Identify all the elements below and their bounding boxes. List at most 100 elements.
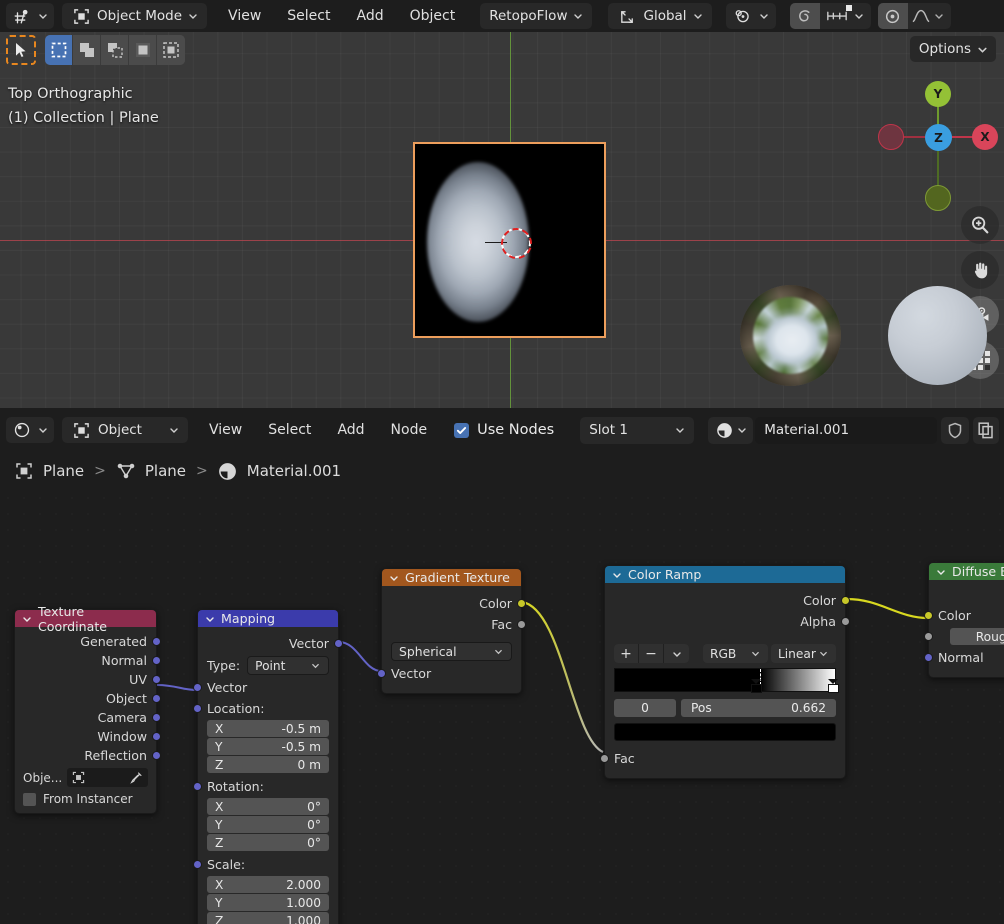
gizmo-axis-negative-y[interactable] <box>925 185 951 211</box>
socket-row-window[interactable]: Window <box>15 727 161 746</box>
socket-row-vector-in[interactable]: Vector <box>193 677 338 698</box>
node-mapping[interactable]: Mapping Vector Type: Point Vector Locati… <box>193 609 343 924</box>
rotation-y-field[interactable]: Y 0° <box>207 816 329 833</box>
snap-increment-icon[interactable] <box>820 3 854 29</box>
socket-row-location[interactable]: Location: <box>193 698 338 719</box>
rotation-x-field[interactable]: X 0° <box>207 798 329 815</box>
chevron-down-icon[interactable] <box>22 614 32 624</box>
socket-color-input[interactable] <box>924 611 933 620</box>
options-dropdown[interactable]: Options <box>909 36 996 62</box>
chevron-down-icon[interactable] <box>205 614 215 624</box>
shader-menu-node[interactable]: Node <box>378 417 441 443</box>
chevron-down-icon[interactable] <box>936 567 946 577</box>
socket-fac-output[interactable] <box>517 620 526 629</box>
mapping-type-dropdown[interactable]: Point <box>247 656 329 675</box>
node-header-gradient-texture[interactable]: Gradient Texture <box>382 569 521 586</box>
shader-menu-add[interactable]: Add <box>324 417 377 443</box>
plane-object[interactable] <box>413 142 606 338</box>
socket-vector-output[interactable] <box>334 638 343 648</box>
socket-color-output[interactable] <box>517 599 526 608</box>
socket-row-rotation[interactable]: Rotation: <box>193 775 338 797</box>
colorramp-color-mode-dropdown[interactable]: RGB <box>703 644 768 663</box>
menu-view[interactable]: View <box>215 3 274 29</box>
editor-type-3dview-icon[interactable] <box>6 3 54 29</box>
socket-normal-input[interactable] <box>924 653 933 662</box>
colorramp-stop-end[interactable] <box>828 679 840 693</box>
chevron-down-icon[interactable] <box>612 570 622 580</box>
pivot-point-dropdown[interactable] <box>725 3 776 29</box>
navigation-gizmo[interactable]: Y X Z <box>878 80 998 211</box>
shader-type-dropdown[interactable]: Object <box>62 417 188 443</box>
proportional-edit-icon[interactable] <box>877 3 908 29</box>
object-origin-marker[interactable] <box>501 228 531 258</box>
breadcrumb-item-material[interactable]: Material.001 <box>218 461 341 481</box>
3d-viewport[interactable]: Top Orthographic (1) Collection | Plane … <box>0 0 1004 408</box>
hand-pan-icon[interactable] <box>961 251 999 289</box>
colorramp-active-color-swatch[interactable] <box>614 723 836 741</box>
breadcrumb-item-mesh[interactable]: Plane <box>116 461 186 481</box>
transform-orientation-dropdown[interactable]: Global <box>608 3 712 29</box>
select-subtract-icon[interactable] <box>101 35 129 65</box>
socket-alpha-output[interactable] <box>841 617 850 626</box>
tweak-cursor-icon[interactable] <box>6 35 36 65</box>
scale-z-field[interactable]: Z 1.000 <box>207 912 329 924</box>
node-header-texture-coordinate[interactable]: Texture Coordinate <box>15 604 156 634</box>
socket-color-output[interactable] <box>841 596 850 605</box>
select-box-icon[interactable] <box>45 35 73 65</box>
colorramp-add-stop-button[interactable]: + <box>614 644 639 663</box>
socket-row-object[interactable]: Object <box>15 689 161 708</box>
chevron-down-icon[interactable] <box>934 11 944 21</box>
proportional-edit-group[interactable] <box>877 3 951 29</box>
menu-select[interactable]: Select <box>274 3 343 29</box>
select-mode-group[interactable] <box>45 35 185 65</box>
node-texture-coordinate[interactable]: Texture Coordinate Generated Normal UV O… <box>14 604 161 814</box>
shader-menu-view[interactable]: View <box>196 417 255 443</box>
socket-row-uv[interactable]: UV <box>15 670 161 689</box>
rotation-z-field[interactable]: Z 0° <box>207 834 329 851</box>
socket-generated[interactable] <box>152 637 161 646</box>
socket-rotation[interactable] <box>193 781 202 791</box>
location-z-field[interactable]: Z 0 m <box>207 756 329 773</box>
node-header-color-ramp[interactable]: Color Ramp <box>605 566 845 583</box>
socket-scale[interactable] <box>193 859 202 869</box>
gradient-type-dropdown[interactable]: Spherical <box>391 642 512 661</box>
object-picker-field[interactable] <box>67 768 148 787</box>
shield-fake-user-icon[interactable] <box>941 416 970 444</box>
mapping-type-row[interactable]: Type: Point <box>198 654 338 677</box>
socket-roughness-input[interactable] <box>924 632 933 641</box>
socket-row-alpha-out[interactable]: Alpha <box>605 611 850 632</box>
snap-magnet-icon[interactable] <box>789 3 820 29</box>
node-diffuse-bsdf[interactable]: Diffuse BSDF Color Roughness <box>924 562 1004 678</box>
colorramp-index-field[interactable]: 0 <box>614 699 676 717</box>
socket-row-color-in[interactable]: Color <box>924 605 1004 626</box>
menu-object[interactable]: Object <box>397 3 469 29</box>
material-name-field[interactable]: Material.001 <box>755 416 938 444</box>
editor-type-shader-icon[interactable] <box>6 417 54 443</box>
socket-row-roughness-in[interactable]: Roughness <box>924 626 1004 647</box>
colorramp-stop-active[interactable] <box>751 679 763 693</box>
gizmo-axis-z[interactable]: Z <box>925 124 952 151</box>
socket-camera[interactable] <box>152 713 161 722</box>
socket-row-normal-in[interactable]: Normal <box>924 647 1004 668</box>
node-color-ramp[interactable]: Color Ramp Color Alpha + − RGB Linear 0 … <box>600 565 850 779</box>
select-invert-icon[interactable] <box>129 35 157 65</box>
material-browse-dropdown[interactable] <box>708 416 754 444</box>
node-header-diffuse-bsdf[interactable]: Diffuse BSDF <box>929 563 1004 580</box>
snapping-group[interactable] <box>789 3 871 29</box>
zoom-icon[interactable] <box>961 206 999 244</box>
socket-row-vector-in[interactable]: Vector <box>377 663 521 684</box>
colorramp-gradient-strip[interactable] <box>614 668 840 693</box>
from-instancer-checkbox[interactable]: From Instancer <box>15 787 156 806</box>
gizmo-axis-y[interactable]: Y <box>925 81 951 107</box>
node-gradient-texture[interactable]: Gradient Texture Color Fac Spherical Vec… <box>377 568 526 694</box>
menu-add[interactable]: Add <box>343 3 396 29</box>
colorramp-interpolation-dropdown[interactable]: Linear <box>771 644 836 663</box>
breadcrumb-item-object[interactable]: Plane <box>14 461 84 481</box>
socket-row-fac-out[interactable]: Fac <box>382 614 526 635</box>
copy-material-icon[interactable] <box>973 416 1000 444</box>
scale-x-field[interactable]: X 2.000 <box>207 876 329 893</box>
eyedropper-icon[interactable] <box>129 770 144 785</box>
colorramp-menu-button[interactable] <box>664 644 689 663</box>
socket-row-normal[interactable]: Normal <box>15 651 161 670</box>
socket-object[interactable] <box>152 694 161 703</box>
